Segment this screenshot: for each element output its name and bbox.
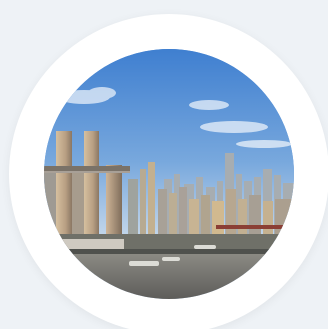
avatar-card: [0, 0, 328, 329]
city-skyline-image: [44, 49, 294, 299]
avatar[interactable]: [44, 49, 294, 299]
